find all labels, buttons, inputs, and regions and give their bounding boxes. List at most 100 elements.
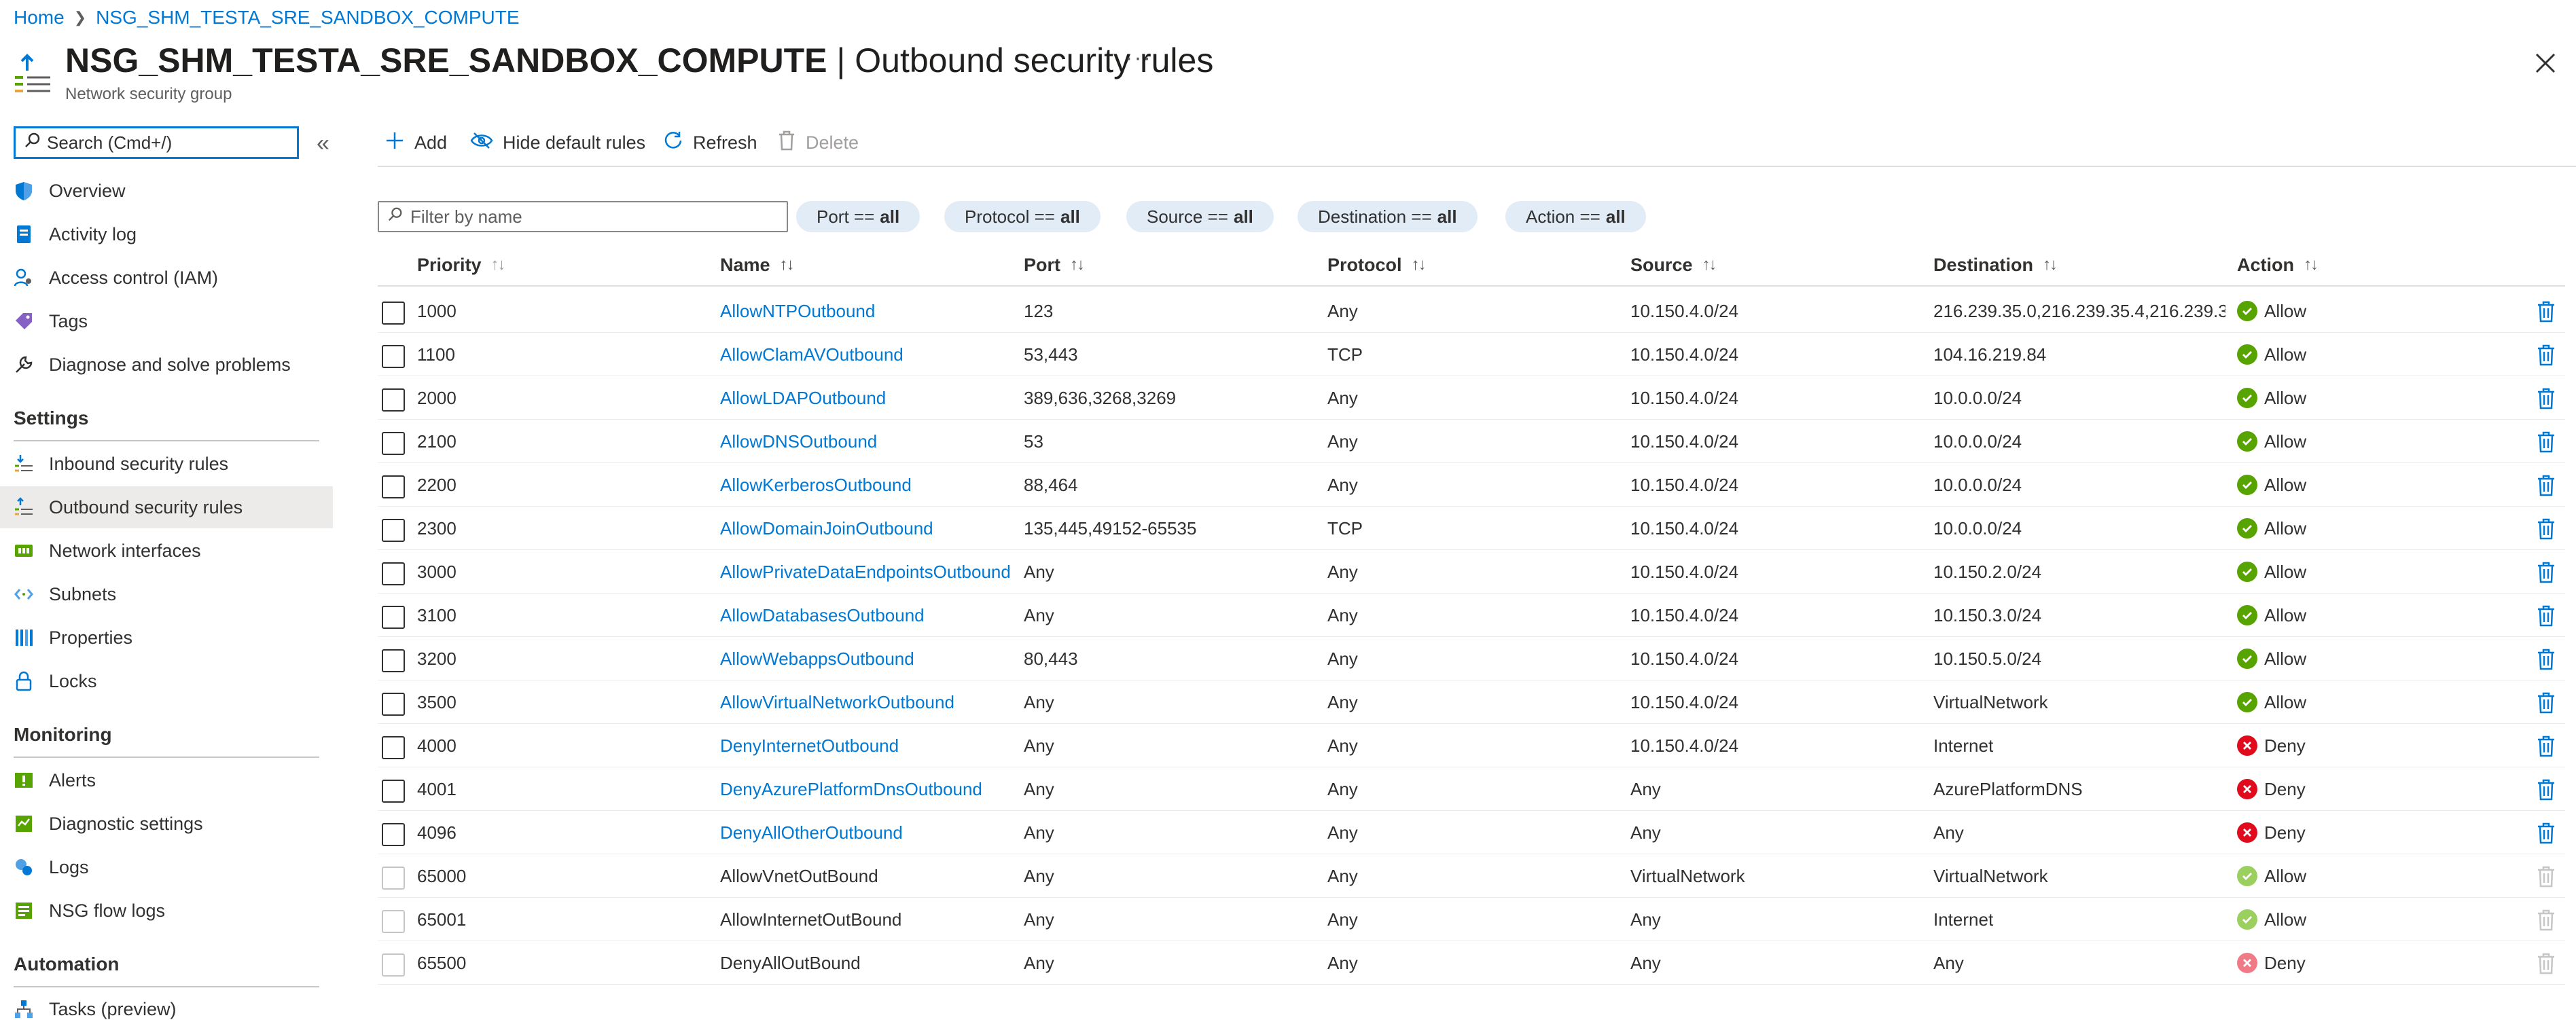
sidebar-item-tasks[interactable]: Tasks (preview)	[14, 989, 346, 1020]
filter-by-name-input[interactable]	[410, 206, 777, 227]
cell-name[interactable]: AllowKerberosOutbound	[720, 463, 1019, 507]
sidebar-item-logs[interactable]: Logs	[14, 846, 346, 888]
sidebar-item-label: Inbound security rules	[49, 453, 229, 474]
filter-pill-protocol[interactable]: Protocol == all	[944, 201, 1101, 232]
filter-pill-source[interactable]: Source == all	[1126, 201, 1274, 232]
sidebar-item-alerts[interactable]: Alerts	[14, 759, 346, 801]
sidebar-item-activity-log[interactable]: Activity log	[14, 213, 346, 255]
cell-name[interactable]: AllowVirtualNetworkOutbound	[720, 680, 1019, 724]
filter-pill-action[interactable]: Action == all	[1505, 201, 1646, 232]
sidebar-search-box[interactable]	[14, 126, 299, 159]
cell-name[interactable]: AllowWebappsOutbound	[720, 637, 1019, 680]
row-checkbox[interactable]	[382, 606, 405, 629]
sidebar-item-subnets[interactable]: Subnets	[14, 573, 346, 615]
row-checkbox[interactable]	[382, 562, 405, 585]
delete-rule-icon[interactable]	[2535, 387, 2557, 410]
table-row[interactable]: 1000 AllowNTPOutbound 123 Any 10.150.4.0/24 2…	[378, 289, 2565, 333]
row-checkbox[interactable]	[382, 519, 405, 542]
table-row[interactable]: 4096 DenyAllOtherOutbound Any Any Any Any Deny	[378, 811, 2565, 854]
delete-button[interactable]: Delete	[777, 128, 859, 158]
table-row[interactable]: 3100 AllowDatabasesOutbound Any Any 10.150.4…	[378, 594, 2565, 637]
delete-rule-icon[interactable]	[2535, 431, 2557, 454]
cell-name[interactable]: AllowPrivateDataEndpointsOutbound	[720, 550, 1019, 594]
delete-rule-icon[interactable]	[2535, 517, 2557, 541]
table-row[interactable]: 3500 AllowVirtualNetworkOutbound Any Any 10.…	[378, 680, 2565, 724]
filter-pill-destination[interactable]: Destination == all	[1298, 201, 1478, 232]
table-row[interactable]: 1100 AllowClamAVOutbound 53,443 TCP 10.150.4…	[378, 333, 2565, 376]
column-header-name[interactable]: Name ↑↓	[720, 253, 795, 277]
cell-name[interactable]: AllowDomainJoinOutbound	[720, 507, 1019, 550]
column-header-priority[interactable]: Priority ↑↓	[417, 253, 506, 277]
cell-name[interactable]: DenyAzurePlatformDnsOutbound	[720, 767, 1019, 811]
sidebar-item-diagnose[interactable]: Diagnose and solve problems	[14, 344, 346, 386]
table-row[interactable]: 65500 DenyAllOutBound Any Any Any Any Deny	[378, 941, 2565, 985]
cell-name[interactable]: AllowClamAVOutbound	[720, 333, 1019, 376]
more-options-button[interactable]: ···	[1125, 45, 1152, 71]
row-checkbox	[382, 953, 405, 977]
delete-rule-icon[interactable]	[2535, 691, 2557, 714]
row-checkbox[interactable]	[382, 780, 405, 803]
refresh-button[interactable]: Refresh	[663, 128, 757, 158]
filter-pill-port[interactable]: Port == all	[796, 201, 920, 232]
sidebar-item-locks[interactable]: Locks	[14, 660, 346, 702]
row-checkbox[interactable]	[382, 345, 405, 368]
sidebar-item-network-interfaces[interactable]: Network interfaces	[14, 530, 346, 572]
delete-rule-icon[interactable]	[2535, 604, 2557, 627]
table-row[interactable]: 2200 AllowKerberosOutbound 88,464 Any 10.150…	[378, 463, 2565, 507]
table-row[interactable]: 3200 AllowWebappsOutbound 80,443 Any 10.150.…	[378, 637, 2565, 680]
sidebar-item-access-control[interactable]: Access control (IAM)	[14, 257, 346, 299]
sidebar-item-diagnostic-settings[interactable]: Diagnostic settings	[14, 803, 346, 845]
column-header-destination[interactable]: Destination ↑↓	[1933, 253, 2058, 277]
row-checkbox[interactable]	[382, 693, 405, 716]
column-header-protocol[interactable]: Protocol ↑↓	[1327, 253, 1427, 277]
table-row[interactable]: 65001 AllowInternetOutBound Any Any Any Inter…	[378, 898, 2565, 941]
column-header-port[interactable]: Port ↑↓	[1024, 253, 1085, 277]
cell-name[interactable]: AllowDNSOutbound	[720, 420, 1019, 463]
sidebar-item-outbound-rules[interactable]: Outbound security rules	[0, 486, 333, 528]
sidebar-item-nsg-flow-logs[interactable]: NSG flow logs	[14, 890, 346, 932]
row-checkbox[interactable]	[382, 302, 405, 325]
table-row[interactable]: 2300 AllowDomainJoinOutbound 135,445,49152…	[378, 507, 2565, 550]
sidebar-item-inbound-rules[interactable]: Inbound security rules	[14, 443, 346, 485]
delete-rule-icon[interactable]	[2535, 648, 2557, 671]
table-row[interactable]: 2000 AllowLDAPOutbound 389,636,3268,3269 An…	[378, 376, 2565, 420]
sidebar-item-overview[interactable]: Overview	[14, 170, 346, 212]
delete-rule-icon[interactable]	[2535, 778, 2557, 801]
sidebar-item-tags[interactable]: Tags	[14, 300, 346, 342]
delete-rule-icon[interactable]	[2535, 735, 2557, 758]
filter-box[interactable]	[378, 201, 788, 232]
row-checkbox[interactable]	[382, 388, 405, 412]
table-row[interactable]: 4000 DenyInternetOutbound Any Any 10.150.4.0…	[378, 724, 2565, 767]
delete-rule-icon[interactable]	[2535, 300, 2557, 323]
table-row[interactable]: 2100 AllowDNSOutbound 53 Any 10.150.4.0/24 10…	[378, 420, 2565, 463]
table-row[interactable]: 65000 AllowVnetOutBound Any Any VirtualNetwo…	[378, 854, 2565, 898]
row-checkbox[interactable]	[382, 736, 405, 759]
delete-rule-icon[interactable]	[2535, 561, 2557, 584]
column-header-action[interactable]: Action ↑↓	[2237, 253, 2319, 277]
breadcrumb-resource-link[interactable]: NSG_SHM_TESTA_SRE_SANDBOX_COMPUTE	[96, 7, 519, 29]
row-checkbox[interactable]	[382, 649, 405, 672]
column-header-source[interactable]: Source ↑↓	[1630, 253, 1717, 277]
delete-rule-icon[interactable]	[2535, 822, 2557, 845]
table-row[interactable]: 4001 DenyAzurePlatformDnsOutbound Any Any An…	[378, 767, 2565, 811]
delete-rule-icon[interactable]	[2535, 344, 2557, 367]
cell-name[interactable]: AllowDatabasesOutbound	[720, 594, 1019, 637]
delete-rule-icon[interactable]	[2535, 474, 2557, 497]
add-button[interactable]: Add	[384, 128, 447, 158]
cell-name[interactable]: AllowLDAPOutbound	[720, 376, 1019, 420]
sidebar-item-properties[interactable]: Properties	[14, 617, 346, 659]
table-row[interactable]: 3000 AllowPrivateDataEndpointsOutbound Any…	[378, 550, 2565, 594]
cell-protocol: Any	[1327, 648, 1358, 669]
collapse-sidebar-button[interactable]: «	[317, 130, 329, 157]
sidebar-search-input[interactable]	[47, 132, 291, 153]
close-icon[interactable]	[2533, 50, 2558, 76]
cell-protocol: Any	[1327, 691, 1358, 712]
row-checkbox[interactable]	[382, 475, 405, 498]
cell-name[interactable]: DenyAllOtherOutbound	[720, 811, 1019, 854]
row-checkbox[interactable]	[382, 823, 405, 846]
hide-default-rules-button[interactable]: Hide default rules	[470, 128, 645, 158]
cell-name[interactable]: AllowNTPOutbound	[720, 289, 1019, 333]
row-checkbox[interactable]	[382, 432, 405, 455]
cell-name[interactable]: DenyInternetOutbound	[720, 724, 1019, 767]
breadcrumb-home-link[interactable]: Home	[14, 7, 65, 29]
